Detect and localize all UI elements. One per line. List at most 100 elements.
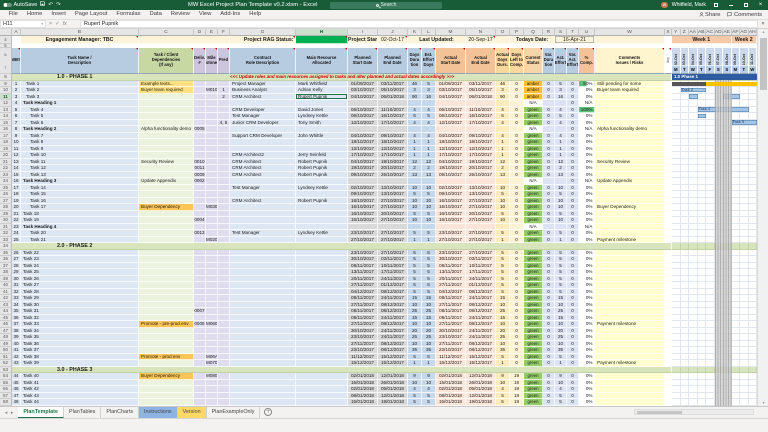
gantt-date-header-09-Oct[interactable]: 09-Oct M (731, 48, 740, 74)
column-header-Z[interactable]: Z (680, 29, 689, 36)
column-header-S[interactable]: S (555, 29, 567, 36)
gantt-week2-header[interactable]: Week 2 (731, 36, 757, 44)
sheet-tab-plantables[interactable]: PlanTables (64, 406, 102, 418)
column-header-C[interactable]: C (139, 29, 194, 36)
sheet-tab-version[interactable]: Version (177, 406, 207, 418)
column-header-AF[interactable]: AF (731, 29, 740, 36)
engagement-manager-label[interactable]: Engagement Manager: TBC (21, 36, 139, 44)
column-header-AE[interactable]: AE (723, 29, 732, 36)
gantt-bar-gray[interactable] (672, 81, 706, 86)
gantt-date-header-02-Oct[interactable]: 02-Oct M (672, 48, 681, 74)
column-title-as[interactable]: Actual Start Date (436, 48, 466, 74)
cell-dl-r58[interactable]: 19 (510, 399, 524, 406)
new-sheet-button[interactable]: + (264, 408, 273, 416)
ribbon-tab-data[interactable]: Data (145, 10, 166, 19)
column-header-AA[interactable]: AA (689, 29, 698, 36)
last-updated-label[interactable]: Last Updated: (408, 36, 466, 44)
row-header-58[interactable]: 58 (0, 399, 12, 406)
scroll-down-icon[interactable]: ▼ (758, 401, 768, 405)
project-start-label[interactable]: Project Start: (348, 36, 378, 44)
cell-m-r58[interactable] (206, 399, 218, 406)
gantt-date-header-04-Oct[interactable]: 04-Oct W (689, 48, 698, 74)
vertical-scrollbar-thumb[interactable] (759, 38, 767, 90)
rag-status-label[interactable]: Project RAG Status: (230, 36, 296, 44)
column-title-ps[interactable]: Planned Start Date (348, 48, 378, 74)
column-header-M[interactable]: M (436, 29, 466, 36)
sheet-tab-plancharts[interactable]: PlanCharts (101, 406, 140, 418)
info-cell[interactable] (665, 36, 672, 44)
column-header-Y[interactable]: Y (672, 29, 681, 36)
ribbon-tab-formulas[interactable]: Formulas (112, 10, 145, 19)
column-header-N[interactable]: N (466, 29, 496, 36)
column-title-cm[interactable]: Comments Issues / Risks (595, 48, 665, 74)
column-header-AD[interactable]: AD (714, 29, 723, 36)
gantt-bar-task[interactable]: Task 5 (731, 119, 757, 125)
todays-date-value[interactable]: 16-Apr-21 (555, 36, 595, 44)
gantt-bar-task[interactable] (689, 94, 698, 99)
gantt-cell[interactable] (723, 399, 732, 406)
cell-t-r58[interactable]: Task 44 (21, 399, 139, 406)
ribbon-tab-file[interactable]: File (4, 10, 22, 19)
vertical-scrollbar[interactable]: ▲ ▼ (757, 29, 768, 406)
column-header-X[interactable]: X (665, 29, 672, 36)
column-header-K[interactable]: K (408, 29, 422, 36)
cell-w-r58[interactable]: 48 (12, 399, 21, 406)
column-header-D[interactable]: D (194, 29, 206, 36)
phase-row-34[interactable]: 2.0 - PHASE 2 (12, 243, 672, 250)
restore-button[interactable] (740, 0, 751, 10)
column-header-AH[interactable]: AH (748, 29, 757, 36)
column-title-w[interactable]: WBS (12, 48, 21, 74)
gantt-bar-orange[interactable] (706, 81, 757, 86)
comments-button[interactable]: Comments (727, 12, 762, 18)
cell-du-r58[interactable]: 5 (408, 399, 422, 406)
info-cell[interactable] (139, 36, 230, 44)
column-title-av[interactable]: Act. Effort (555, 48, 567, 74)
column-header-A[interactable]: A (12, 29, 21, 36)
todays-date-label[interactable]: Todays Date: (510, 36, 555, 44)
column-title-t[interactable]: Task Name / Description (21, 48, 139, 74)
cell-vd-r58[interactable]: 0 (543, 399, 555, 406)
column-header-G[interactable]: G (230, 29, 296, 36)
info-cell[interactable] (12, 36, 21, 44)
last-updated-value[interactable]: 20-Sep-17 (466, 36, 496, 44)
cell-st-r58[interactable]: green (524, 399, 543, 406)
column-header-P[interactable]: P (510, 29, 524, 36)
gantt-date-header-05-Oct[interactable]: 05-Oct T (697, 48, 706, 74)
cell-ad-r58[interactable]: 5 (496, 399, 510, 406)
ribbon-display-options-button[interactable] (710, 0, 721, 10)
column-header-H[interactable]: H (296, 29, 348, 36)
cell-ae-r58[interactable]: 19/01/2018 (466, 399, 496, 406)
cell-re-r58[interactable] (296, 399, 348, 406)
info-cell[interactable] (496, 36, 510, 44)
column-header-AC[interactable]: AC (706, 29, 715, 36)
cell-av-r58[interactable]: 5 (555, 399, 567, 406)
cell-d-r58[interactable] (139, 399, 194, 406)
gantt-cell[interactable] (714, 399, 723, 406)
cell-ps-r58[interactable]: 15/01/2018 (348, 399, 378, 406)
gantt-cell[interactable] (689, 399, 698, 406)
column-header-AG[interactable]: AG (740, 29, 749, 36)
horizontal-scrollbar[interactable] (634, 409, 754, 415)
phase-row-53[interactable]: 3.0 - PHASE 3 (12, 366, 672, 373)
cell-cm-r58[interactable] (595, 399, 665, 406)
cell-re-r11[interactable]: Rupert Pupnik (296, 93, 348, 100)
column-title-ro[interactable]: Contract Role Description (230, 48, 296, 74)
minimize-button[interactable] (725, 0, 736, 10)
select-all-corner[interactable] (0, 29, 12, 36)
horizontal-scrollbar-thumb[interactable] (637, 411, 682, 414)
cell-ro-r58[interactable] (230, 399, 296, 406)
formula-bar-expand-icon[interactable]: ▾ (758, 20, 768, 28)
column-title-pe[interactable]: Planned End Date (378, 48, 408, 74)
column-header-J[interactable]: J (378, 29, 408, 36)
scroll-up-icon[interactable]: ▲ (758, 30, 768, 34)
column-title-st[interactable]: Current Status (524, 48, 543, 74)
gantt-bar-task[interactable] (723, 94, 740, 99)
gantt-date-header-08-Oct[interactable]: 08-Oct S (723, 48, 732, 74)
gantt-bar-task[interactable] (697, 113, 706, 119)
column-title-ad[interactable]: Actual Days Durs. (496, 48, 510, 74)
ribbon-tab-view[interactable]: View (194, 10, 215, 19)
column-header-W[interactable]: W (595, 29, 665, 36)
gantt-cell[interactable] (731, 399, 740, 406)
cell-pc-r58[interactable]: 0% (579, 399, 595, 406)
gantt-bar-task[interactable]: Task 4 (697, 106, 749, 112)
